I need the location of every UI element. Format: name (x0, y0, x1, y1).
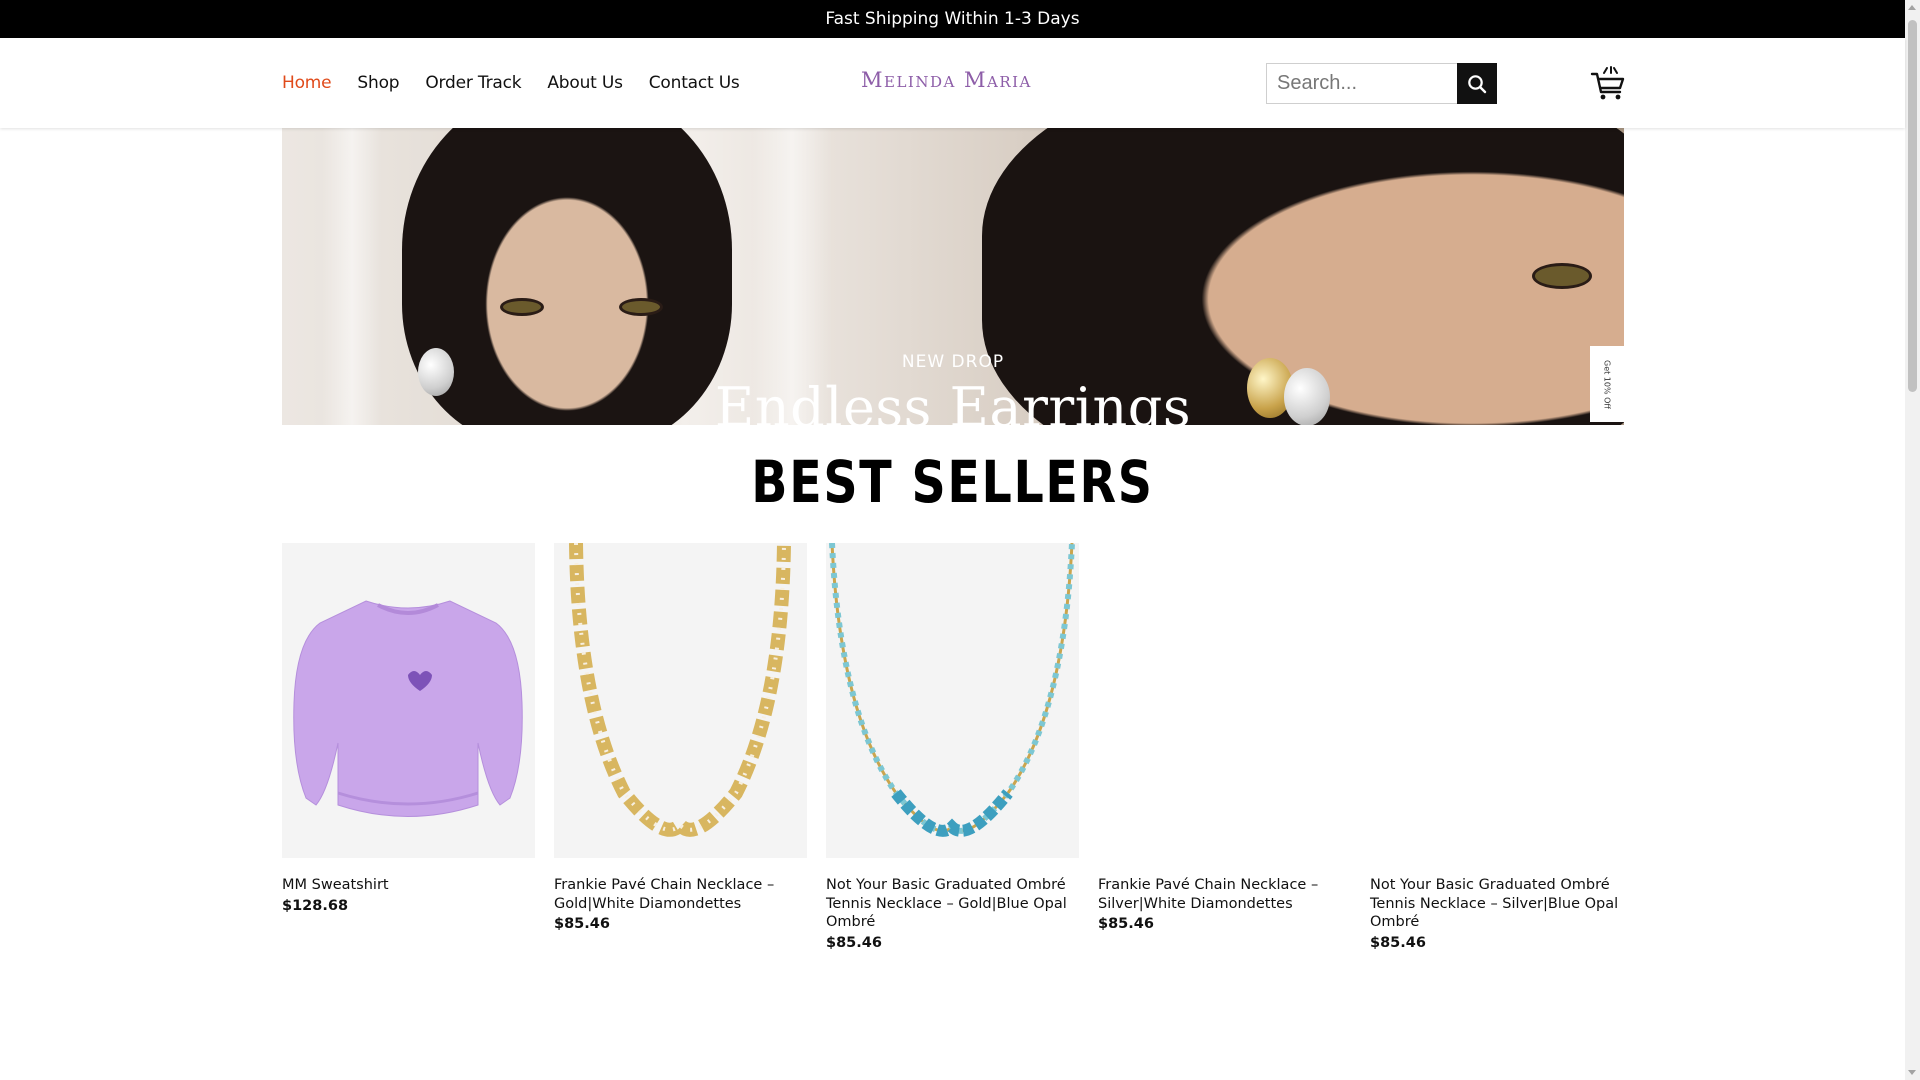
product-name[interactable]: Frankie Pavé Chain Necklace – Gold|White… (554, 876, 807, 913)
nav-home[interactable]: Home (282, 73, 332, 93)
product-price: $85.46 (554, 916, 610, 932)
nav-shop[interactable]: Shop (357, 73, 399, 93)
scrollbar-thumb[interactable] (1908, 20, 1917, 392)
site-header: Home Shop Order Track About Us Contact U… (0, 38, 1905, 128)
scroll-down-arrow-icon[interactable] (1908, 1070, 1916, 1075)
product-image[interactable] (1098, 543, 1351, 858)
hero-eye (500, 298, 544, 316)
product-name[interactable]: Not Your Basic Graduated Ombré Tennis Ne… (826, 876, 1079, 932)
nav-contact-us[interactable]: Contact Us (649, 73, 740, 93)
product-image[interactable] (1370, 543, 1623, 858)
nav-about-us[interactable]: About Us (547, 73, 623, 93)
search-button[interactable] (1457, 63, 1497, 104)
blue-opal-necklace-image (829, 543, 1075, 837)
product-card[interactable]: Not Your Basic Graduated Ombré Tennis Ne… (826, 543, 1079, 951)
shopping-cart-icon (1590, 66, 1625, 100)
product-name[interactable]: MM Sweatshirt (282, 876, 535, 895)
brand-logo[interactable]: Melinda Maria (861, 68, 1032, 92)
scroll-up-arrow-icon[interactable] (1908, 5, 1916, 10)
product-card[interactable]: Frankie Pavé Chain Necklace – Gold|White… (554, 543, 807, 951)
product-image[interactable] (554, 543, 807, 858)
product-image[interactable] (826, 543, 1079, 858)
section-title: BEST SELLERS (751, 448, 1154, 516)
cart-button[interactable] (1590, 66, 1626, 102)
announcement-bar: Fast Shipping Within 1-3 Days (0, 0, 1905, 38)
main-nav: Home Shop Order Track About Us Contact U… (282, 38, 766, 128)
product-card[interactable]: Not Your Basic Graduated Ombré Tennis Ne… (1370, 543, 1623, 951)
search-form (1266, 63, 1497, 104)
page-scrollbar[interactable] (1905, 0, 1920, 1080)
sweatshirt-image (293, 600, 523, 817)
product-price: $128.68 (282, 897, 349, 914)
product-name[interactable]: Frankie Pavé Chain Necklace – Silver|Whi… (1098, 876, 1351, 913)
hero-eye (619, 298, 663, 316)
hero-headline: Endless Earrings (714, 376, 1192, 425)
hero-banner[interactable]: NEW DROP Endless Earrings Get 10% Off (282, 128, 1624, 425)
product-price: $85.46 (1370, 934, 1426, 951)
hero-eye (1532, 263, 1592, 289)
nav-order-track[interactable]: Order Track (425, 73, 521, 93)
product-price: $85.46 (1098, 916, 1154, 932)
product-name[interactable]: Not Your Basic Graduated Ombré Tennis Ne… (1370, 876, 1623, 932)
hero-discount-tab[interactable]: Get 10% Off (1590, 346, 1624, 422)
product-image[interactable] (282, 543, 535, 858)
search-icon (1468, 74, 1487, 93)
announcement-text: Fast Shipping Within 1-3 Days (825, 9, 1080, 29)
gold-chain-necklace-image (569, 543, 791, 837)
product-card[interactable]: Frankie Pavé Chain Necklace – Silver|Whi… (1098, 543, 1351, 951)
product-price: $85.46 (826, 934, 882, 951)
search-input[interactable] (1266, 63, 1457, 104)
product-grid: MM Sweatshirt $128.68 Frankie Pavé Chain… (282, 543, 1624, 951)
hero-kicker: NEW DROP (901, 352, 1005, 372)
product-card[interactable]: MM Sweatshirt $128.68 (282, 543, 535, 951)
